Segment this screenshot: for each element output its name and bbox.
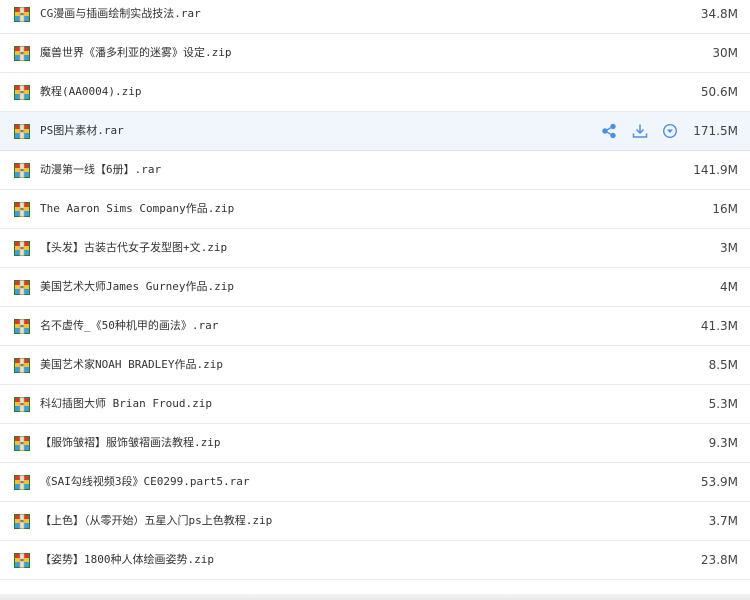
file-name-link[interactable]: 《SAI勾线视频3段》CE0299.part5.rar	[40, 475, 249, 489]
archive-icon	[14, 514, 30, 529]
archive-icon	[14, 163, 30, 178]
file-row[interactable]: 美国艺术大师James Gurney作品.zip 4M	[0, 268, 750, 307]
file-row[interactable]: 名不虚传_《50种机甲的画法》.rar 41.3M	[0, 307, 750, 346]
archive-icon	[14, 358, 30, 373]
file-row[interactable]: 【上色】（从零开始）五星入门ps上色教程.zip 3.7M	[0, 502, 750, 541]
file-name-link[interactable]: 美国艺术家NOAH BRADLEY作品.zip	[40, 358, 223, 372]
file-size: 5.3M	[708, 397, 738, 411]
archive-icon	[14, 397, 30, 412]
archive-icon	[14, 85, 30, 100]
file-row[interactable]: 科幻插图大师 Brian Froud.zip 5.3M	[0, 385, 750, 424]
archive-icon	[14, 553, 30, 568]
archive-icon	[14, 46, 30, 61]
file-row[interactable]: PS图片素材.rar 171.5M	[0, 112, 750, 151]
file-name-link[interactable]: 科幻插图大师 Brian Froud.zip	[40, 397, 212, 411]
file-size: 23.8M	[700, 553, 738, 567]
file-size: 171.5M	[693, 124, 738, 138]
file-list: CG漫画与插画绘制实战技法.rar 34.8M 魔兽世界《潘多利亚的迷雾》设定.z…	[0, 0, 750, 600]
file-row[interactable]: 《SAI勾线视频3段》CE0299.part5.rar 53.9M	[0, 463, 750, 502]
share-icon[interactable]	[601, 123, 617, 139]
file-name-link[interactable]: 名不虚传_《50种机甲的画法》.rar	[40, 319, 218, 333]
archive-icon	[14, 319, 30, 334]
file-name-link[interactable]: 美国艺术大师James Gurney作品.zip	[40, 280, 234, 294]
file-size: 34.8M	[700, 7, 738, 21]
file-name-link[interactable]: 【头发】古装古代女子发型图+文.zip	[40, 241, 227, 255]
file-size: 9.3M	[708, 436, 738, 450]
file-size: 41.3M	[700, 319, 738, 333]
file-size: 141.9M	[693, 163, 738, 177]
file-name-link[interactable]: 魔兽世界《潘多利亚的迷雾》设定.zip	[40, 46, 232, 60]
archive-icon	[14, 124, 30, 139]
file-row[interactable]: The Aaron Sims Company作品.zip 16M	[0, 190, 750, 229]
file-row[interactable]: CG漫画与插画绘制实战技法.rar 34.8M	[0, 0, 750, 34]
file-row[interactable]: 美国艺术家NOAH BRADLEY作品.zip 8.5M	[0, 346, 750, 385]
file-row[interactable]: 魔兽世界《潘多利亚的迷雾》设定.zip 30M	[0, 34, 750, 73]
file-row[interactable]: 教程(AA0004).zip 50.6M	[0, 73, 750, 112]
archive-icon	[14, 241, 30, 256]
file-row[interactable]: 【服饰皱褶】服饰皱褶画法教程.zip 9.3M	[0, 424, 750, 463]
file-name-link[interactable]: PS图片素材.rar	[40, 124, 124, 138]
file-row[interactable]: 【姿势】1800种人体绘画姿势.zip 23.8M	[0, 541, 750, 580]
file-size: 53.9M	[700, 475, 738, 489]
archive-icon	[14, 7, 30, 22]
file-name-link[interactable]: The Aaron Sims Company作品.zip	[40, 202, 234, 216]
archive-icon	[14, 280, 30, 295]
file-name-link[interactable]: 教程(AA0004).zip	[40, 85, 141, 99]
file-row[interactable]: 【头发】古装古代女子发型图+文.zip 3M	[0, 229, 750, 268]
file-size: 16M	[712, 202, 738, 216]
file-size: 8.5M	[708, 358, 738, 372]
archive-icon	[14, 436, 30, 451]
archive-icon	[14, 202, 30, 217]
file-name-link[interactable]: CG漫画与插画绘制实战技法.rar	[40, 7, 201, 21]
archive-icon	[14, 475, 30, 490]
file-size: 50.6M	[700, 85, 738, 99]
file-row[interactable]: 动漫第一线【6册】.rar 141.9M	[0, 151, 750, 190]
file-size: 4M	[720, 280, 738, 294]
download-icon[interactable]	[632, 123, 648, 139]
file-name-link[interactable]: 【上色】（从零开始）五星入门ps上色教程.zip	[40, 514, 272, 528]
list-bottom-edge	[0, 594, 750, 600]
file-size: 30M	[712, 46, 738, 60]
file-name-link[interactable]: 【服饰皱褶】服饰皱褶画法教程.zip	[40, 436, 221, 450]
file-name-link[interactable]: 动漫第一线【6册】.rar	[40, 163, 161, 177]
file-size: 3M	[720, 241, 738, 255]
file-name-link[interactable]: 【姿势】1800种人体绘画姿势.zip	[40, 553, 214, 567]
file-size: 3.7M	[708, 514, 738, 528]
more-icon[interactable]	[662, 123, 678, 139]
